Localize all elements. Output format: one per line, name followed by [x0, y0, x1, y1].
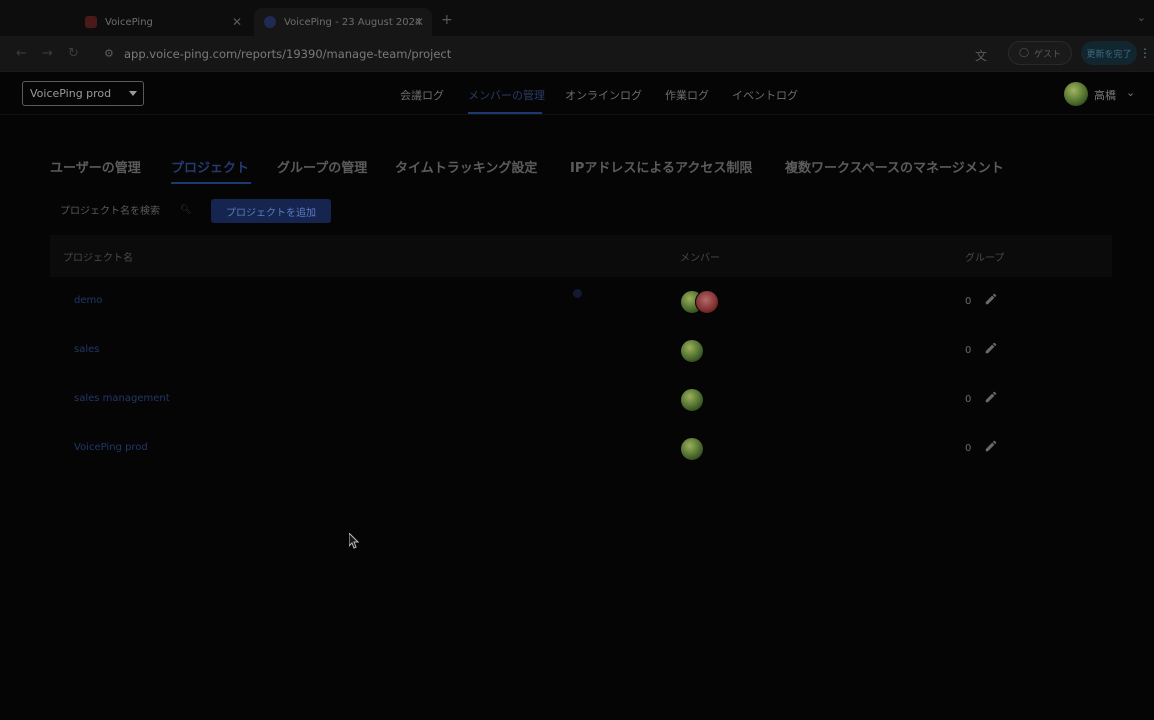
app-header: VoicePing prod 会議ログ メンバーの管理 オンラインログ 作業ログ…	[0, 73, 1154, 115]
browser-tab-voiceping[interactable]: VoicePing ✕	[75, 8, 250, 36]
project-name-link[interactable]: sales	[74, 344, 99, 355]
table-row: sales 0	[50, 326, 1112, 375]
active-nav-indicator	[468, 112, 542, 114]
nav-meeting-log[interactable]: 会議ログ	[400, 87, 444, 103]
edit-pencil-icon[interactable]	[984, 390, 998, 404]
tab-group-management[interactable]: グループの管理	[277, 157, 367, 176]
column-header-project-name: プロジェクト名	[63, 253, 133, 264]
edit-pencil-icon[interactable]	[984, 292, 998, 306]
column-header-groups: グループ	[965, 253, 1005, 264]
browser-menu-icon[interactable]: ⋮	[1139, 46, 1151, 60]
group-count: 0	[965, 443, 972, 454]
nav-work-log[interactable]: 作業ログ	[665, 87, 709, 103]
edit-pencil-icon[interactable]	[984, 439, 998, 453]
nav-online-log[interactable]: オンラインログ	[565, 87, 642, 103]
active-subtab-indicator	[171, 182, 251, 184]
chevron-down-icon[interactable]: ⌄	[1126, 86, 1135, 99]
tab-multi-workspace-management[interactable]: 複数ワークスペースのマネージメント	[785, 157, 1004, 176]
member-avatar	[695, 290, 719, 314]
new-tab-icon[interactable]: +	[441, 12, 453, 28]
update-button[interactable]: 更新を完了	[1081, 41, 1137, 65]
nav-event-log[interactable]: イベントログ	[732, 87, 798, 103]
back-icon[interactable]: ←	[16, 46, 27, 61]
table-header: プロジェクト名 メンバー グループ	[50, 235, 1112, 277]
reload-icon[interactable]: ↻	[68, 46, 79, 61]
workspace-name: VoicePing prod	[30, 87, 112, 100]
tab-title: VoicePing - 23 August 2024	[284, 16, 422, 28]
table-row: sales management 0	[50, 375, 1112, 424]
edit-pencil-icon[interactable]	[984, 341, 998, 355]
tab-title: VoicePing	[105, 16, 153, 28]
hover-indicator	[573, 289, 582, 298]
table-row: VoicePing prod 0	[50, 424, 1112, 473]
group-count: 0	[965, 345, 972, 356]
add-project-button[interactable]: プロジェクトを追加	[211, 199, 331, 223]
project-name-link[interactable]: sales management	[74, 393, 170, 404]
dropdown-caret-icon	[129, 91, 137, 96]
member-avatars[interactable]	[680, 290, 719, 314]
group-count: 0	[965, 394, 972, 405]
mouse-cursor-icon	[349, 533, 359, 549]
tab-ip-access-restriction[interactable]: IPアドレスによるアクセス制限	[570, 157, 752, 176]
member-avatar	[680, 388, 704, 412]
guest-label: ゲスト	[1034, 49, 1062, 60]
project-name-link[interactable]: VoicePing prod	[74, 442, 148, 453]
voiceping-favicon-icon	[85, 16, 97, 28]
nav-member-management[interactable]: メンバーの管理	[468, 87, 545, 103]
tab-time-tracking-settings[interactable]: タイムトラッキング設定	[395, 157, 537, 176]
member-avatars[interactable]	[680, 437, 704, 461]
browser-tab-bar: VoicePing ✕ VoicePing - 23 August 2024 ✕…	[0, 0, 1154, 36]
profile-icon: ◯	[1018, 48, 1030, 58]
browser-tab-voiceping-report[interactable]: VoicePing - 23 August 2024 ✕	[254, 8, 432, 36]
member-avatars[interactable]	[680, 388, 704, 412]
voiceping-favicon-icon	[264, 16, 276, 28]
search-icon[interactable]: 🔍︎	[180, 205, 191, 215]
member-avatars[interactable]	[680, 339, 704, 363]
site-settings-icon[interactable]: ⚙	[104, 47, 114, 60]
project-search-input[interactable]	[54, 199, 194, 223]
group-count: 0	[965, 296, 972, 307]
projects-table: プロジェクト名 メンバー グループ demo 0 sales 0 sales m…	[50, 235, 1112, 473]
browser-address-bar: ← → ↻ ⚙ app.voice-ping.com/reports/19390…	[0, 36, 1154, 72]
translate-icon[interactable]: 文	[975, 47, 987, 64]
url-field[interactable]: app.voice-ping.com/reports/19390/manage-…	[124, 47, 451, 61]
tab-list-chevron-icon[interactable]: ⌄	[1137, 11, 1146, 24]
table-row: demo 0	[50, 277, 1112, 326]
tab-close-icon[interactable]: ✕	[232, 15, 242, 29]
user-name[interactable]: 高橋	[1094, 87, 1116, 103]
tab-projects[interactable]: プロジェクト	[171, 157, 249, 176]
workspace-select[interactable]: VoicePing prod	[22, 81, 144, 106]
column-header-members: メンバー	[680, 253, 720, 264]
tab-user-management[interactable]: ユーザーの管理	[50, 157, 141, 176]
project-name-link[interactable]: demo	[74, 295, 102, 306]
forward-icon[interactable]: →	[42, 46, 53, 61]
tab-close-icon[interactable]: ✕	[414, 15, 424, 29]
user-avatar[interactable]	[1064, 82, 1088, 106]
member-avatar	[680, 339, 704, 363]
member-avatar	[680, 437, 704, 461]
guest-profile-button[interactable]: ◯ ゲスト	[1008, 41, 1072, 65]
